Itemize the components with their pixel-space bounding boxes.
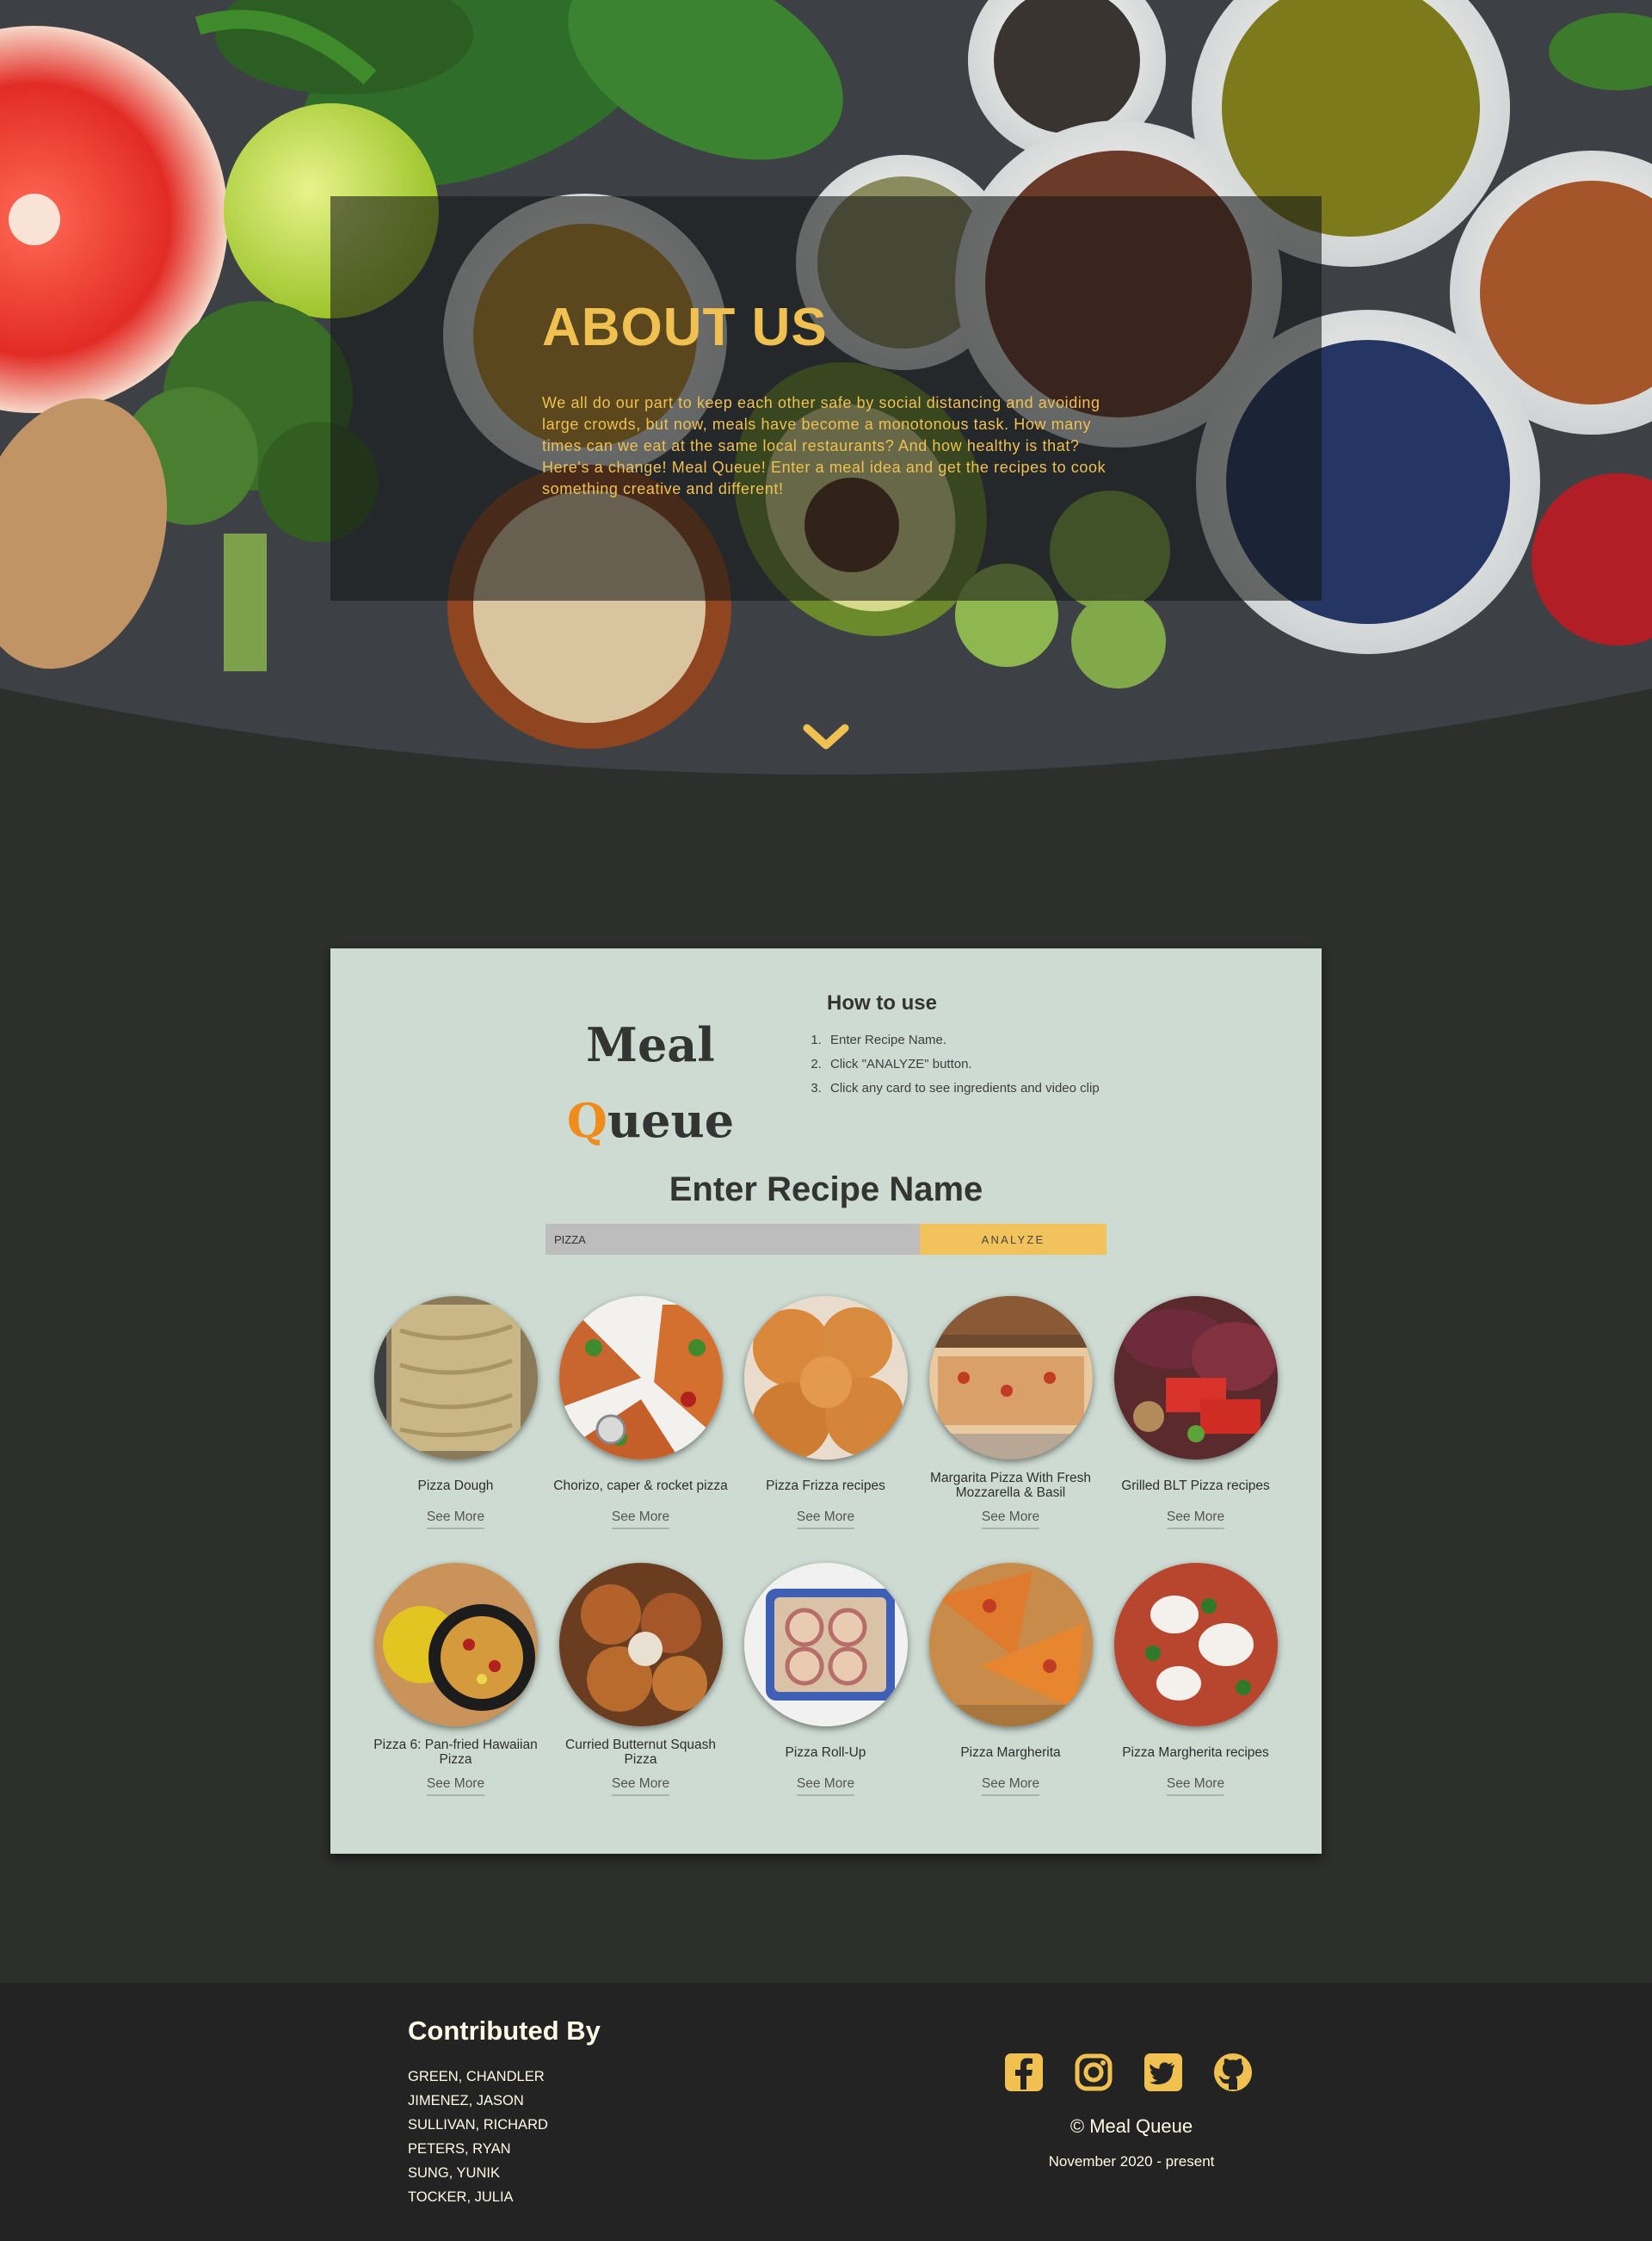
- contributors-list: GREEN, CHANDLER JIMENEZ, JASON SULLIVAN,…: [408, 2065, 548, 2209]
- recipe-card[interactable]: Chorizo, caper & rocket pizza See More: [548, 1296, 733, 1529]
- recipe-card[interactable]: Pizza Margherita See More: [918, 1563, 1103, 1796]
- contributor-name: SULLIVAN, RICHARD: [408, 2117, 548, 2133]
- recipe-image[interactable]: [1113, 1296, 1278, 1460]
- twitter-icon[interactable]: [1143, 2052, 1184, 2093]
- see-more-link[interactable]: See More: [1166, 1776, 1225, 1796]
- logo-q: Q: [566, 1093, 607, 1148]
- recipe-name: Pizza Roll-Up: [785, 1744, 866, 1760]
- recipe-card[interactable]: Pizza 6: Pan-fried Hawaiian Pizza See Mo…: [363, 1563, 548, 1796]
- contributor-name: PETERS, RYAN: [408, 2141, 511, 2157]
- chevron-down-icon[interactable]: [803, 723, 849, 752]
- recipe-image[interactable]: [743, 1296, 908, 1460]
- recipe-name: Pizza 6: Pan-fried Hawaiian Pizza: [373, 1738, 538, 1767]
- recipe-card[interactable]: Curried Butternut Squash Pizza See More: [548, 1563, 733, 1796]
- see-more-link[interactable]: See More: [1166, 1509, 1225, 1529]
- copyright-dates: November 2020 - present: [1048, 2153, 1215, 2170]
- see-more-link[interactable]: See More: [981, 1776, 1040, 1796]
- see-more-link[interactable]: See More: [611, 1509, 670, 1529]
- recipe-card[interactable]: Pizza Dough See More: [363, 1296, 548, 1529]
- logo-line-2: Queue: [556, 1083, 745, 1158]
- how-to-step: Click "ANALYZE" button.: [825, 1053, 1255, 1077]
- recipe-name: Pizza Dough: [417, 1478, 494, 1493]
- how-to-step: Click any card to see ingredients and vi…: [825, 1077, 1255, 1101]
- see-more-link[interactable]: See More: [426, 1509, 485, 1529]
- recipe-card[interactable]: Pizza Roll-Up See More: [733, 1563, 918, 1796]
- contributed-by-title: Contributed By: [408, 2016, 601, 2046]
- contributor-name: TOCKER, JULIA: [408, 2189, 514, 2205]
- footer: Contributed By GREEN, CHANDLER JIMENEZ, …: [0, 1983, 1652, 2241]
- recipe-image[interactable]: [743, 1563, 908, 1726]
- see-more-link[interactable]: See More: [981, 1509, 1040, 1529]
- how-to-use-title: How to use: [827, 991, 938, 1015]
- how-to-use: How to use Enter Recipe Name. Click "ANA…: [808, 991, 1255, 1101]
- recipe-name: Grilled BLT Pizza recipes: [1121, 1478, 1270, 1493]
- recipe-image[interactable]: [928, 1563, 1093, 1726]
- recipe-name: Pizza Frizza recipes: [766, 1478, 885, 1493]
- recipe-name: Curried Butternut Squash Pizza: [565, 1738, 716, 1767]
- see-more-link[interactable]: See More: [611, 1776, 670, 1796]
- enter-recipe-title: Enter Recipe Name: [669, 1170, 983, 1208]
- recipe-image[interactable]: [373, 1296, 538, 1460]
- github-icon[interactable]: [1212, 2052, 1254, 2093]
- hero-section: ABOUT US We all do our part to keep each…: [0, 0, 1652, 809]
- recipe-name: Pizza Margherita recipes: [1122, 1744, 1269, 1760]
- recipe-name: Pizza Margherita: [960, 1744, 1061, 1760]
- about-title: ABOUT US: [542, 298, 828, 357]
- how-to-steps: Enter Recipe Name. Click "ANALYZE" butto…: [808, 1028, 1255, 1101]
- logo-line-1: Meal: [586, 1017, 715, 1072]
- see-more-link[interactable]: See More: [426, 1776, 485, 1796]
- contributor-name: GREEN, CHANDLER: [408, 2069, 545, 2084]
- recipe-image[interactable]: [373, 1563, 538, 1726]
- see-more-link[interactable]: See More: [796, 1509, 855, 1529]
- recipe-card[interactable]: Pizza Frizza recipes See More: [733, 1296, 918, 1529]
- facebook-icon[interactable]: [1003, 2052, 1045, 2093]
- recipe-image[interactable]: [928, 1296, 1093, 1460]
- meal-queue-logo: Meal Queue: [556, 1007, 745, 1158]
- meal-queue-card: Meal Queue How to use Enter Recipe Name.…: [330, 948, 1322, 1854]
- logo-rest: ueue: [607, 1093, 735, 1148]
- contributor-name: SUNG, YUNIK: [408, 2165, 500, 2181]
- social-links: [1003, 2052, 1254, 2095]
- see-more-link[interactable]: See More: [796, 1776, 855, 1796]
- about-text: We all do our part to keep each other sa…: [542, 394, 1106, 497]
- recipe-name: Chorizo, caper & rocket pizza: [553, 1478, 728, 1493]
- recipe-name: Margarita Pizza With Fresh Mozzarella & …: [930, 1471, 1091, 1500]
- recipe-card[interactable]: Pizza Margherita recipes See More: [1103, 1563, 1288, 1796]
- instagram-icon[interactable]: [1073, 2052, 1114, 2093]
- analyze-button[interactable]: ANALYZE: [920, 1224, 1106, 1255]
- recipe-card[interactable]: Grilled BLT Pizza recipes See More: [1103, 1296, 1288, 1529]
- recipe-image[interactable]: [1113, 1563, 1278, 1726]
- recipe-image[interactable]: [558, 1563, 723, 1726]
- recipe-image[interactable]: [558, 1296, 723, 1460]
- copyright: © Meal Queue: [1069, 2115, 1193, 2137]
- contributor-name: JIMENEZ, JASON: [408, 2093, 524, 2108]
- how-to-step: Enter Recipe Name.: [825, 1028, 1255, 1053]
- recipe-card[interactable]: Margarita Pizza With Fresh Mozzarella & …: [918, 1296, 1103, 1529]
- recipe-search-input[interactable]: [546, 1224, 920, 1255]
